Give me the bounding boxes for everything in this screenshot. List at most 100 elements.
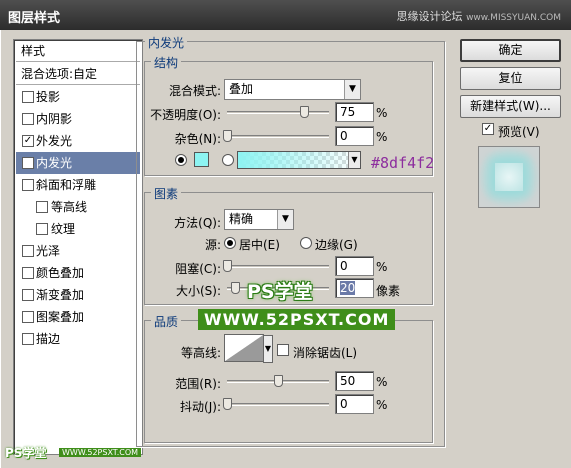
noise-slider[interactable] — [223, 130, 329, 144]
style-item-checkbox[interactable]: ✓ — [22, 157, 34, 169]
noise-input[interactable]: 0 — [335, 126, 374, 146]
size-input[interactable]: 20 — [335, 278, 374, 298]
style-item-checkbox[interactable] — [36, 223, 48, 235]
style-item-label: 内阴影 — [36, 112, 73, 126]
range-slider[interactable] — [227, 375, 329, 389]
choke-slider-thumb[interactable] — [223, 260, 232, 272]
range-unit: % — [376, 375, 388, 389]
size-slider-thumb[interactable] — [231, 282, 241, 294]
chevron-down-icon: ▼ — [348, 152, 360, 168]
style-item-checkbox[interactable] — [22, 91, 34, 103]
inner-glow-title: 内发光 — [145, 34, 188, 51]
style-item-label: 描边 — [36, 332, 61, 346]
antialias-label[interactable]: 消除锯齿(L) — [293, 344, 357, 361]
style-item[interactable]: 颜色叠加 — [16, 262, 140, 284]
quality-title: 品质 — [151, 313, 182, 330]
style-item-checkbox[interactable] — [36, 201, 48, 213]
style-item[interactable]: 斜面和浮雕 — [16, 174, 140, 196]
jitter-label: 抖动(J): — [180, 400, 221, 414]
style-item[interactable]: ✓ 外发光 — [16, 130, 140, 152]
reset-button[interactable]: 复位 — [460, 67, 561, 90]
style-item-label: 内发光 — [36, 156, 73, 170]
style-item[interactable]: 描边 — [16, 328, 140, 350]
jitter-slider[interactable] — [223, 398, 329, 412]
style-item-checkbox[interactable] — [22, 289, 34, 301]
source-label: 源: — [204, 238, 221, 252]
jitter-unit: % — [376, 398, 388, 412]
source-center-label[interactable]: 居中(E) — [239, 236, 280, 253]
opacity-label: 不透明度(O): — [150, 108, 221, 122]
glow-color-swatch[interactable] — [194, 152, 209, 167]
styles-header[interactable]: 样式 — [16, 40, 140, 62]
style-item-checkbox[interactable] — [22, 113, 34, 125]
style-item[interactable]: 光泽 — [16, 240, 140, 262]
style-item-label: 投影 — [36, 90, 61, 104]
ok-button[interactable]: 确定 — [460, 39, 561, 62]
new-style-button[interactable]: 新建样式(W)... — [460, 95, 561, 118]
style-item-checkbox[interactable] — [22, 179, 34, 191]
opacity-unit: % — [376, 106, 388, 120]
solid-color-radio[interactable] — [175, 154, 187, 166]
opacity-slider-thumb[interactable] — [299, 106, 309, 118]
style-item-checkbox[interactable] — [22, 333, 34, 345]
range-label: 范围(R): — [175, 377, 221, 391]
style-item-checkbox[interactable] — [22, 267, 34, 279]
noise-slider-track — [227, 135, 329, 138]
range-input[interactable]: 50 — [335, 371, 374, 391]
style-item-checkbox[interactable]: ✓ — [22, 135, 34, 147]
style-item-checkbox[interactable] — [22, 311, 34, 323]
range-slider-thumb[interactable] — [274, 375, 283, 387]
style-item-label: 斜面和浮雕 — [36, 178, 97, 192]
blend-options-item[interactable]: 混合选项:自定 — [16, 63, 140, 85]
contour-curve-icon — [225, 335, 263, 361]
method-value: 精确 — [229, 212, 254, 226]
corner-brand-watermark: PS学堂 — [5, 446, 47, 460]
style-item[interactable]: 渐变叠加 — [16, 284, 140, 306]
choke-unit: % — [376, 260, 388, 274]
preview-checkbox[interactable]: ✓ — [482, 123, 494, 135]
noise-label: 杂色(N): — [174, 132, 221, 146]
choke-slider[interactable] — [223, 260, 329, 274]
antialias-checkbox[interactable] — [277, 344, 289, 356]
style-item-label: 渐变叠加 — [36, 288, 85, 302]
source-edge-radio[interactable] — [300, 237, 312, 249]
size-unit: 像素 — [376, 284, 401, 298]
window-title: 图层样式 — [8, 11, 61, 26]
chevron-down-icon: ▼ — [263, 335, 273, 363]
jitter-input[interactable]: 0 — [335, 394, 374, 414]
style-item[interactable]: 等高线 — [16, 196, 140, 218]
contour-picker[interactable]: ▼ — [224, 334, 273, 363]
choke-slider-track — [227, 265, 329, 268]
opacity-slider-track — [227, 111, 329, 114]
styles-list: 样式 混合选项:自定 投影 内阴影 ✓ 外发光 ✓ 内发光 斜面和浮雕 等高线 纹理 光泽 颜色叠加… — [13, 39, 143, 455]
style-item[interactable]: 内阴影 — [16, 108, 140, 130]
choke-label: 阻塞(C): — [175, 262, 221, 276]
chevron-down-icon: ▼ — [277, 210, 293, 229]
preview-label[interactable]: 预览(V) — [498, 123, 540, 140]
style-item[interactable]: 投影 — [16, 86, 140, 108]
choke-input[interactable]: 0 — [335, 256, 374, 276]
source-center-radio[interactable] — [224, 237, 236, 249]
style-item[interactable]: ✓ 内发光 — [16, 152, 140, 174]
style-item-label: 纹理 — [51, 222, 76, 236]
preview-glow-square — [495, 163, 523, 191]
chevron-down-icon: ▼ — [344, 80, 360, 99]
style-item-label: 图案叠加 — [36, 310, 85, 324]
watermark-text: 思缘设计论坛 — [396, 10, 463, 23]
gradient-picker[interactable]: ▼ — [237, 151, 361, 169]
opacity-slider[interactable] — [227, 106, 329, 120]
title-bar: 图层样式 思缘设计论坛 www.MISSYUAN.COM — [0, 0, 571, 30]
color-hex-annotation: #8df4f2 — [371, 154, 435, 172]
style-item-checkbox[interactable] — [22, 245, 34, 257]
source-edge-label[interactable]: 边缘(G) — [315, 236, 358, 253]
style-item[interactable]: 图案叠加 — [16, 306, 140, 328]
jitter-slider-thumb[interactable] — [223, 398, 232, 410]
opacity-input[interactable]: 75 — [335, 102, 374, 122]
blend-mode-select[interactable]: 叠加 ▼ — [224, 79, 361, 100]
layer-style-dialog: 样式 混合选项:自定 投影 内阴影 ✓ 外发光 ✓ 内发光 斜面和浮雕 等高线 纹理 光泽 颜色叠加… — [0, 30, 571, 468]
noise-slider-thumb[interactable] — [223, 130, 232, 142]
method-select[interactable]: 精确 ▼ — [224, 209, 294, 230]
style-item[interactable]: 纹理 — [16, 218, 140, 240]
gradient-radio[interactable] — [222, 154, 234, 166]
style-item-label: 颜色叠加 — [36, 266, 85, 280]
